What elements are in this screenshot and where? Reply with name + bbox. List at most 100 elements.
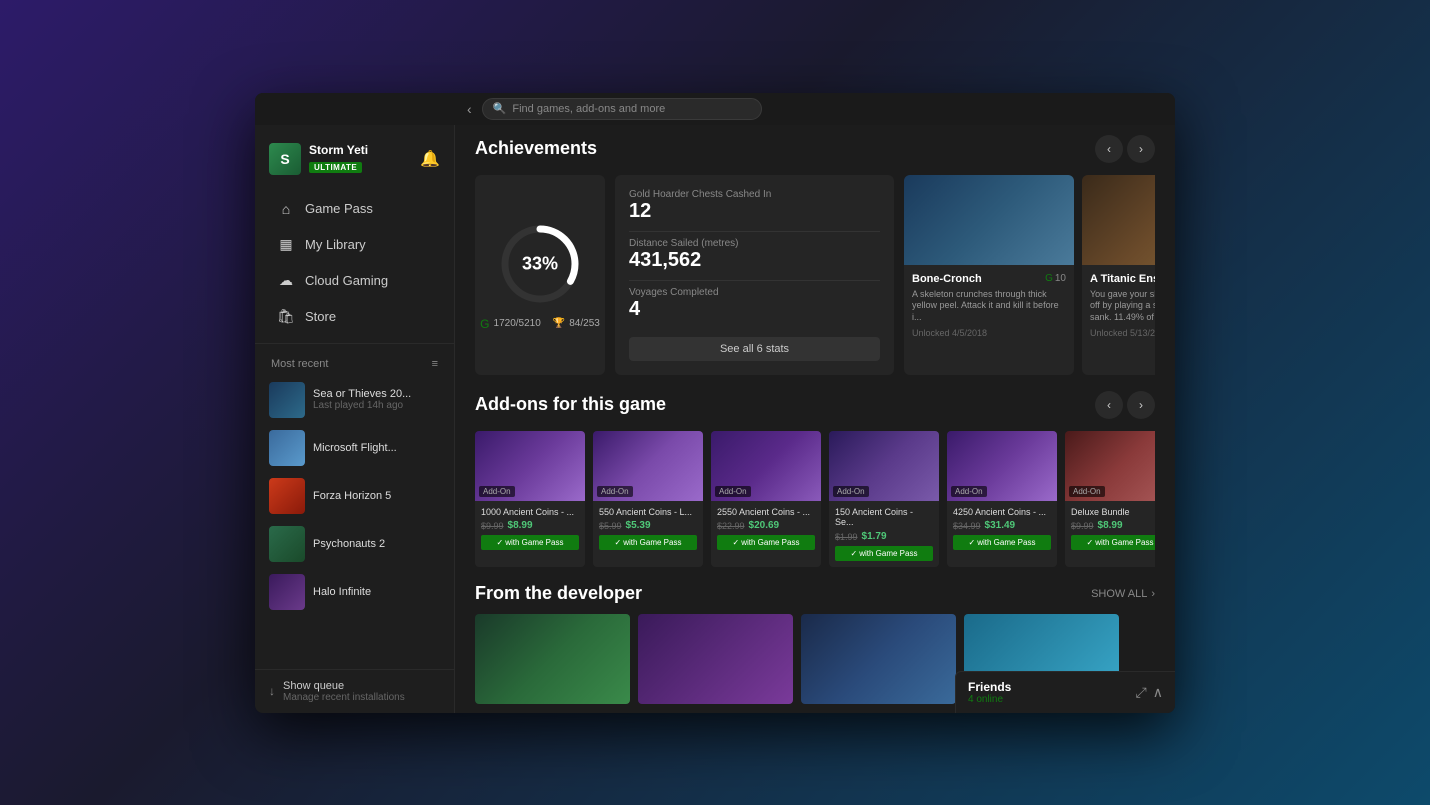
- achievements-row: 33% G 1720/5210 🏆: [475, 175, 1155, 375]
- addon-new-price-4: $1.79: [862, 531, 887, 542]
- friends-expand-button[interactable]: ⤢: [1136, 684, 1147, 701]
- game-pass-label-1: with Game Pass: [505, 538, 563, 547]
- app-window: − □ × S Storm Yeti ULTIMATE 🔔 ⌂ Game Pas…: [255, 93, 1175, 713]
- see-all-stats-button[interactable]: See all 6 stats: [629, 337, 880, 361]
- achievement-card-1[interactable]: Bone-Cronch G 10 A skeleton crunches thr…: [904, 175, 1074, 375]
- addon-name-2: 550 Ancient Coins - L...: [599, 507, 697, 518]
- profile-badge: ULTIMATE: [309, 162, 362, 173]
- nav-label-cloud-gaming: Cloud Gaming: [305, 273, 388, 288]
- recent-thumb-2: [269, 430, 305, 466]
- show-queue[interactable]: ↓ Show queue Manage recent installations: [269, 680, 440, 703]
- addon-card-4[interactable]: Add-On 150 Ancient Coins - Se... $1.99 $…: [829, 431, 939, 568]
- nav-label-my-library: My Library: [305, 237, 366, 252]
- dev-game-card-1[interactable]: [475, 614, 630, 704]
- show-all-label: SHOW ALL: [1091, 588, 1147, 600]
- sidebar-item-game-pass[interactable]: ⌂ Game Pass: [261, 192, 448, 226]
- game-pass-label-3: with Game Pass: [741, 538, 799, 547]
- dev-game-card-3[interactable]: [801, 614, 956, 704]
- achievement-desc-1: A skeleton crunches through thick yellow…: [912, 289, 1066, 324]
- notification-icon[interactable]: 🔔: [420, 149, 440, 169]
- game-pass-button-3[interactable]: ✓ with Game Pass: [717, 535, 815, 550]
- addon-badge-2: Add-On: [597, 486, 633, 497]
- game-pass-button-2[interactable]: ✓ with Game Pass: [599, 535, 697, 550]
- game-pass-button-5[interactable]: ✓ with Game Pass: [953, 535, 1051, 550]
- addon-card-5[interactable]: Add-On 4250 Ancient Coins - ... $34.99 $…: [947, 431, 1057, 568]
- show-all-button[interactable]: SHOW ALL ›: [1091, 588, 1155, 600]
- addon-img-4: Add-On: [829, 431, 939, 501]
- achievement-card-2[interactable]: A Titanic Ensemble G 10 You gave your sh…: [1082, 175, 1155, 375]
- stat-divider-1: [629, 231, 880, 232]
- show-queue-label: Show queue: [283, 680, 405, 692]
- addon-old-price-4: $1.99: [835, 532, 858, 542]
- stat-divider-2: [629, 280, 880, 281]
- back-button[interactable]: ‹: [467, 101, 472, 117]
- addon-name-5: 4250 Ancient Coins - ...: [953, 507, 1051, 518]
- addon-name-1: 1000 Ancient Coins - ...: [481, 507, 579, 518]
- addons-prev-button[interactable]: ‹: [1095, 391, 1123, 419]
- addon-card-3[interactable]: Add-On 2550 Ancient Coins - ... $22.99 $…: [711, 431, 821, 568]
- developer-header: From the developer SHOW ALL ›: [475, 583, 1155, 604]
- profile-name: Storm Yeti: [309, 143, 412, 157]
- achievement-title-2: A Titanic Ensemble: [1090, 273, 1155, 285]
- stat-value-2: 431,562: [629, 249, 880, 272]
- sidebar-divider: [255, 343, 454, 344]
- addon-img-1: Add-On: [475, 431, 585, 501]
- achievements-next-button[interactable]: ›: [1127, 135, 1155, 163]
- friends-title: Friends: [968, 680, 1128, 694]
- addon-price-5: $34.99 $31.49: [953, 520, 1051, 531]
- addon-card-1[interactable]: Add-On 1000 Ancient Coins - ... $9.99 $8…: [475, 431, 585, 568]
- addon-old-price-3: $22.99: [717, 521, 745, 531]
- recent-info-2: Microsoft Flight...: [313, 442, 440, 454]
- recent-sub-1: Last played 14h ago: [313, 400, 440, 411]
- game-pass-button-4[interactable]: ✓ with Game Pass: [835, 546, 933, 561]
- addons-grid: Add-On 1000 Ancient Coins - ... $9.99 $8…: [475, 431, 1155, 568]
- recent-item-forza[interactable]: Forza Horizon 5: [255, 472, 454, 520]
- sidebar-item-my-library[interactable]: ▦ My Library: [261, 227, 448, 262]
- addon-old-price-5: $34.99: [953, 521, 981, 531]
- achievements-prev-button[interactable]: ‹: [1095, 135, 1123, 163]
- achievement-count-value: 84/253: [569, 318, 600, 329]
- game-pass-button-6[interactable]: ✓ with Game Pass: [1071, 535, 1155, 550]
- stat-label-1: Gold Hoarder Chests Cashed In: [629, 189, 880, 200]
- recent-item-sea-of-thieves[interactable]: Sea or Thieves 20... Last played 14h ago: [255, 376, 454, 424]
- achievement-date-2: Unlocked 5/13/2018: [1090, 328, 1155, 338]
- addon-body-5: 4250 Ancient Coins - ... $34.99 $31.49 ✓…: [947, 501, 1057, 557]
- sidebar-nav: ⌂ Game Pass ▦ My Library ☁ Cloud Gaming …: [255, 191, 454, 335]
- sidebar-item-cloud-gaming[interactable]: ☁ Cloud Gaming: [261, 263, 448, 298]
- addon-name-3: 2550 Ancient Coins - ...: [717, 507, 815, 518]
- achievement-card-img-1: [904, 175, 1074, 265]
- friends-collapse-button[interactable]: ∧: [1153, 684, 1163, 701]
- addons-next-button[interactable]: ›: [1127, 391, 1155, 419]
- g-icon-1: G: [1045, 273, 1053, 284]
- stats-panel: Gold Hoarder Chests Cashed In 12 Distanc…: [615, 175, 894, 375]
- addon-body-4: 150 Ancient Coins - Se... $1.99 $1.79 ✓ …: [829, 501, 939, 568]
- recent-item-microsoft-flight[interactable]: Microsoft Flight...: [255, 424, 454, 472]
- nav-label-game-pass: Game Pass: [305, 201, 373, 216]
- dev-game-card-2[interactable]: [638, 614, 793, 704]
- achievements-header: Achievements ‹ ›: [475, 135, 1155, 163]
- addon-new-price-1: $8.99: [508, 520, 533, 531]
- addon-img-3: Add-On: [711, 431, 821, 501]
- most-recent-label: Most recent: [271, 358, 328, 370]
- recent-item-halo[interactable]: Halo Infinite: [255, 568, 454, 616]
- sidebar-bottom: ↓ Show queue Manage recent installations: [255, 669, 454, 713]
- recent-item-psychonauts[interactable]: Psychonauts 2: [255, 520, 454, 568]
- addon-card-6[interactable]: Add-On Deluxe Bundle $9.99 $8.99 ✓ with …: [1065, 431, 1155, 568]
- achievement-points-1: G 10: [1045, 273, 1066, 284]
- recent-thumb-5: [269, 574, 305, 610]
- gamerscore-value: 1720/5210: [494, 318, 541, 329]
- checkmark-icon-4: ✓: [851, 549, 858, 558]
- addon-card-2[interactable]: Add-On 550 Ancient Coins - L... $5.99 $5…: [593, 431, 703, 568]
- recent-name-4: Psychonauts 2: [313, 538, 440, 550]
- progress-percent: 33%: [522, 253, 558, 274]
- recent-info-4: Psychonauts 2: [313, 538, 440, 550]
- sidebar-item-store[interactable]: 🛍 Store: [261, 299, 448, 334]
- search-bar[interactable]: 🔍 Find games, add-ons and more: [482, 98, 762, 120]
- gamerscore-icon: G: [480, 317, 489, 331]
- addon-old-price-6: $9.99: [1071, 521, 1094, 531]
- addon-new-price-6: $8.99: [1098, 520, 1123, 531]
- addon-price-6: $9.99 $8.99: [1071, 520, 1155, 531]
- achievement-desc-2: You gave your ship a Captain's send-off …: [1090, 289, 1155, 324]
- game-pass-button-1[interactable]: ✓ with Game Pass: [481, 535, 579, 550]
- recent-info-1: Sea or Thieves 20... Last played 14h ago: [313, 388, 440, 411]
